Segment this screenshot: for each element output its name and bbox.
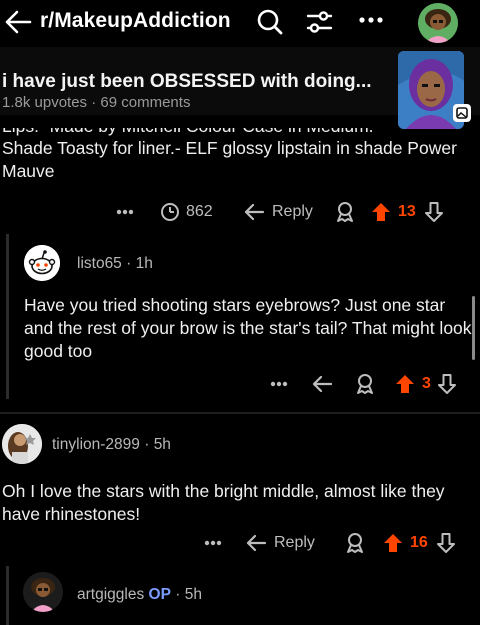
upvote-arrow-icon — [384, 534, 402, 552]
meta-dot: · — [126, 255, 136, 272]
comment-count: 69 comments — [100, 94, 191, 111]
user-avatar[interactable] — [23, 572, 63, 612]
downvote-button[interactable] — [424, 201, 444, 223]
clock-icon — [161, 203, 179, 221]
vote-count: 3 — [422, 375, 431, 392]
scrollbar[interactable] — [472, 296, 475, 360]
upvote-button[interactable]: 3 — [394, 373, 431, 395]
award-icon[interactable] — [354, 373, 394, 395]
comment-author[interactable]: tinylion-2899 · 5h — [52, 436, 171, 454]
reply-button[interactable]: Reply — [246, 534, 344, 552]
reply-button[interactable] — [312, 375, 350, 393]
op-badge: OP — [148, 586, 171, 603]
vote-count: 13 — [398, 203, 416, 220]
more-options-icon[interactable] — [204, 540, 242, 546]
comment-author[interactable]: listo65 · 1h — [77, 255, 153, 273]
reply-arrow-icon — [312, 375, 333, 393]
timestamp: 5h — [153, 436, 171, 453]
username[interactable]: listo65 — [77, 255, 122, 272]
downvote-arrow-icon — [424, 202, 443, 222]
more-options-icon[interactable] — [116, 209, 154, 215]
downvote-button[interactable] — [436, 532, 456, 554]
upvote-arrow-icon — [396, 375, 414, 393]
filter-icon[interactable] — [305, 8, 333, 36]
award-icon[interactable] — [344, 532, 382, 554]
user-avatar[interactable] — [418, 3, 458, 43]
more-options-icon[interactable] — [270, 381, 308, 387]
subreddit-title[interactable]: r/MakeupAddiction — [40, 9, 231, 33]
timestamp: 1h — [135, 255, 153, 272]
views-button[interactable]: 862 — [160, 202, 232, 222]
comment-actions: Reply 16 — [204, 530, 456, 556]
downvote-arrow-icon — [437, 374, 456, 394]
upvote-count: 1.8k upvotes — [2, 94, 88, 111]
top-bar: r/MakeupAddiction — [0, 0, 480, 46]
meta-dot: · — [144, 436, 154, 453]
upvote-button[interactable]: 16 — [382, 532, 428, 554]
downvote-arrow-icon — [436, 533, 455, 553]
gallery-icon — [452, 103, 472, 123]
thread-line[interactable] — [6, 234, 9, 399]
comment-body: Have you tried shooting stars eyebrows? … — [24, 295, 472, 361]
award-icon[interactable] — [334, 201, 370, 223]
back-arrow-icon[interactable] — [4, 9, 32, 35]
reply-arrow-icon — [246, 534, 267, 552]
clipped-line: Lips: -Made by Mitchell Colour Case in M… — [2, 128, 472, 137]
timestamp: 5h — [184, 586, 202, 603]
user-avatar[interactable] — [2, 424, 42, 464]
reply-arrow-icon — [244, 203, 265, 221]
thread-line[interactable] — [6, 566, 9, 625]
view-count: 862 — [186, 203, 213, 220]
comment-body: Oh I love the stars with the bright midd… — [2, 481, 445, 524]
comment-actions: 862 Reply 13 — [116, 199, 444, 225]
username[interactable]: tinylion-2899 — [52, 436, 140, 453]
reply-button[interactable]: Reply — [244, 203, 334, 221]
search-icon[interactable] — [256, 8, 284, 36]
comment-actions: 3 — [270, 371, 457, 397]
post-meta: 1.8k upvotes · 69 comments — [2, 94, 190, 111]
snoo-avatar[interactable] — [24, 245, 60, 281]
upvote-arrow-icon — [372, 203, 390, 221]
meta-dot: · — [175, 586, 185, 603]
comment-text: Shade Toasty for liner.- ELF glossy lips… — [2, 138, 457, 181]
vote-count: 16 — [410, 534, 428, 551]
more-icon[interactable] — [358, 13, 384, 27]
comment-divider — [0, 412, 480, 414]
post-title[interactable]: i have just been OBSESSED with doing... — [2, 71, 372, 93]
comment-author[interactable]: artgiggles OP · 5h — [77, 586, 202, 604]
comment-body: Lips: -Made by Mitchell Colour Case in M… — [2, 128, 472, 182]
downvote-button[interactable] — [437, 373, 457, 395]
username[interactable]: artgiggles — [77, 586, 144, 603]
upvote-button[interactable]: 13 — [370, 201, 416, 223]
